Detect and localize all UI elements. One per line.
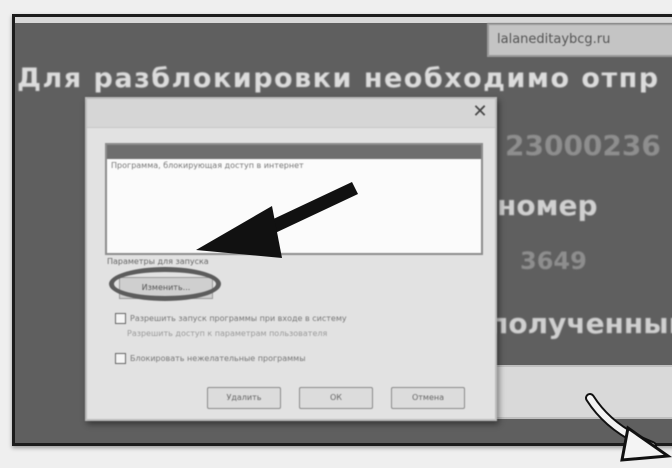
cancel-button[interactable]: Отмена xyxy=(391,387,465,409)
highlight-ellipse xyxy=(109,267,221,301)
received-label: полученный xyxy=(489,307,672,340)
dialog-titlebar: ✕ xyxy=(87,99,495,128)
checkbox-row-user-params: Разрешить доступ к параметрам пользовате… xyxy=(127,329,327,338)
list-item[interactable]: Программа, блокирующая доступ в интернет xyxy=(111,161,304,170)
settings-dialog: ✕ Программа, блокирующая доступ в интерн… xyxy=(85,97,497,421)
screenshot-stage: lalaneditaybcg.ru Для разблокировки необ… xyxy=(0,0,672,468)
close-icon[interactable]: ✕ xyxy=(469,101,491,123)
code-number: 23000236 xyxy=(505,129,661,162)
program-listbox[interactable]: Программа, блокирующая доступ в интернет xyxy=(105,143,483,255)
delete-button[interactable]: Удалить xyxy=(207,387,281,409)
unlock-instruction-text: Для разблокировки необходимо отпр xyxy=(17,63,660,94)
checkbox-label: Разрешить доступ к параметрам пользовате… xyxy=(127,329,328,338)
checkbox-row-block[interactable]: Блокировать нежелательные программы xyxy=(115,353,306,364)
short-code-number: 3649 xyxy=(520,247,587,275)
selected-list-item[interactable] xyxy=(107,145,481,159)
checkbox-label: Блокировать нежелательные программы xyxy=(130,354,306,363)
checkbox-row-autostart[interactable]: Разрешить запуск программы при входе в с… xyxy=(115,313,347,324)
locker-screen: lalaneditaybcg.ru Для разблокировки необ… xyxy=(12,14,672,446)
checkbox-label: Разрешить запуск программы при входе в с… xyxy=(130,314,347,323)
checkbox[interactable] xyxy=(115,313,126,324)
checkbox[interactable] xyxy=(115,353,126,364)
url-box: lalaneditaybcg.ru xyxy=(487,23,672,57)
unlock-code-input[interactable] xyxy=(485,365,672,419)
dialog-button-row: Удалить ОК Отмена xyxy=(207,387,465,409)
number-label: номер xyxy=(497,189,598,222)
parameters-label: Параметры для запуска xyxy=(107,257,209,266)
ok-button[interactable]: ОК xyxy=(299,387,373,409)
